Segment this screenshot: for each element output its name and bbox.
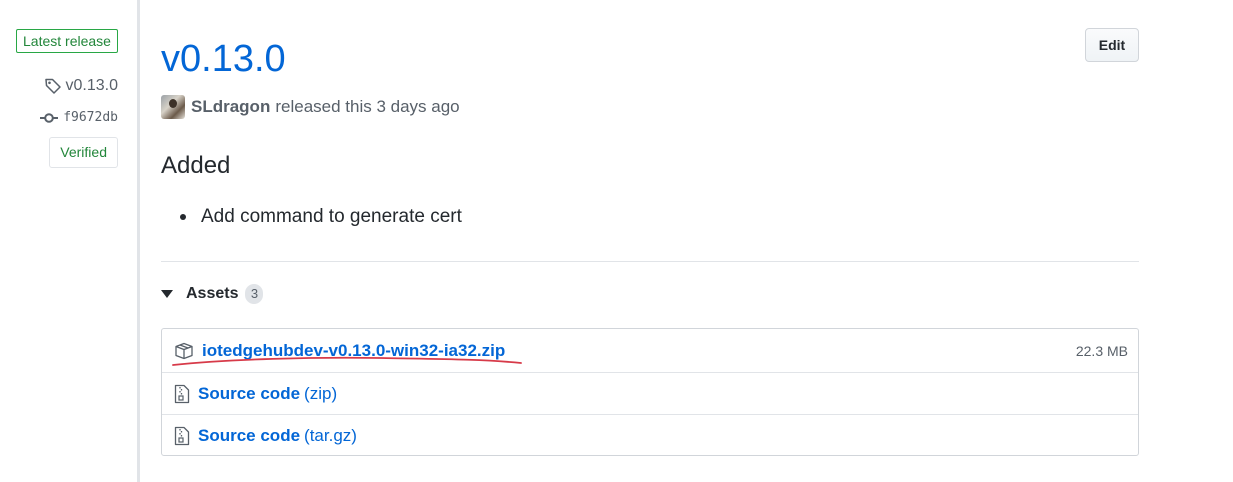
assets-count-badge: 3 bbox=[245, 284, 264, 304]
release-tag-link[interactable]: v0.13.0 bbox=[44, 77, 118, 95]
released-time-text: released this 3 days ago bbox=[275, 97, 460, 116]
release-meta-column: Latest release v0.13.0 f9672db Verified bbox=[0, 0, 140, 482]
triangle-down-icon bbox=[161, 290, 173, 298]
tag-name: v0.13.0 bbox=[65, 77, 118, 94]
edit-button[interactable]: Edit bbox=[1085, 28, 1139, 62]
source-code-targz-format[interactable]: (tar.gz) bbox=[304, 426, 357, 446]
package-icon bbox=[175, 342, 193, 360]
release-body: v0.13.0 Edit SLdragon released this 3 da… bbox=[161, 0, 1139, 482]
verified-badge[interactable]: Verified bbox=[49, 137, 118, 168]
commit-sha: f9672db bbox=[63, 110, 118, 125]
latest-release-badge: Latest release bbox=[16, 29, 118, 53]
release-byline: SLdragon released this 3 days ago bbox=[161, 95, 460, 119]
asset-row: iotedgehubdev-v0.13.0-win32-ia32.zip 22.… bbox=[162, 330, 1138, 372]
list-item: Add command to generate cert bbox=[161, 204, 462, 230]
git-commit-icon bbox=[40, 112, 59, 123]
release-notes-list: Add command to generate cert bbox=[161, 204, 462, 230]
assets-label: Assets bbox=[186, 285, 239, 302]
asset-download-link[interactable]: iotedgehubdev-v0.13.0-win32-ia32.zip bbox=[202, 341, 505, 361]
asset-row: Source code (zip) bbox=[162, 372, 1138, 414]
file-zip-icon bbox=[174, 426, 190, 445]
source-code-zip-link[interactable]: Source code bbox=[198, 384, 300, 404]
notes-section-heading: Added bbox=[161, 152, 231, 179]
tag-icon bbox=[44, 78, 61, 94]
avatar[interactable] bbox=[161, 95, 185, 119]
timeline-divider bbox=[137, 0, 140, 482]
release-page: Latest release v0.13.0 f9672db Verified … bbox=[0, 0, 1233, 482]
author-link[interactable]: SLdragon bbox=[191, 97, 270, 117]
source-code-targz-link[interactable]: Source code bbox=[198, 426, 300, 446]
release-title[interactable]: v0.13.0 bbox=[161, 35, 286, 83]
section-divider bbox=[161, 261, 1139, 262]
asset-size: 22.3 MB bbox=[1075, 343, 1128, 359]
file-zip-icon bbox=[174, 384, 190, 403]
release-commit-link[interactable]: f9672db bbox=[40, 110, 118, 125]
source-code-zip-format[interactable]: (zip) bbox=[304, 384, 337, 404]
assets-list: iotedgehubdev-v0.13.0-win32-ia32.zip 22.… bbox=[161, 328, 1139, 456]
assets-toggle[interactable]: Assets 3 bbox=[161, 284, 264, 304]
asset-row: Source code (tar.gz) bbox=[162, 414, 1138, 456]
